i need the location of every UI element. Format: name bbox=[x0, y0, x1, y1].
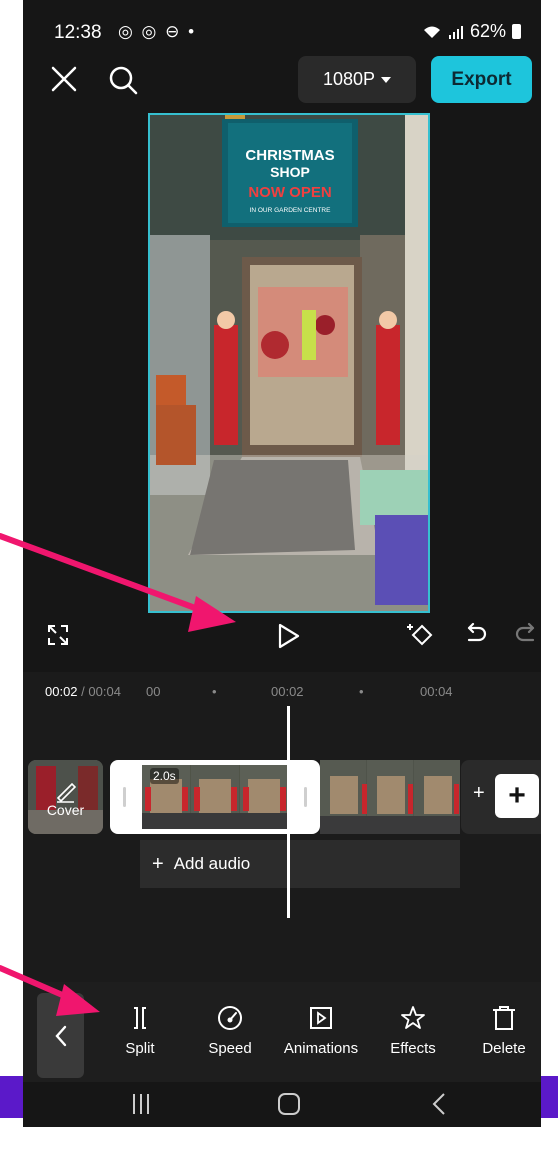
play-icon[interactable] bbox=[277, 622, 301, 650]
cover-thumbnail bbox=[28, 760, 103, 834]
purple-banner-right bbox=[541, 1076, 558, 1118]
right-margin bbox=[541, 0, 558, 1076]
undo-icon[interactable] bbox=[463, 622, 489, 648]
ruler-label-end: 00:04 bbox=[420, 684, 453, 699]
close-icon[interactable] bbox=[49, 64, 79, 94]
chevron-down-icon bbox=[381, 76, 392, 83]
phone-screen: 12:38 ◎ ◎ ⊖ • 62% 1080P Export CHRISTMAS… bbox=[23, 0, 541, 1127]
sign-title-3: NOW OPEN bbox=[248, 184, 331, 201]
sign-subtitle: IN OUR GARDEN CENTRE bbox=[250, 207, 332, 214]
ruler-dot: • bbox=[359, 684, 364, 699]
back-tool-button[interactable] bbox=[37, 993, 84, 1078]
add-transition-icon[interactable]: + bbox=[473, 782, 485, 805]
notification-icons: ◎ ◎ ⊖ • bbox=[118, 22, 197, 41]
delete-icon bbox=[493, 1006, 515, 1030]
keyframe-icon[interactable] bbox=[407, 620, 437, 650]
speed-label: Speed bbox=[208, 1040, 252, 1057]
current-time: 00:02 bbox=[45, 684, 78, 699]
status-time: 12:38 bbox=[54, 22, 102, 43]
split-tool[interactable]: Split bbox=[113, 1004, 167, 1057]
sign-title-1: CHRISTMAS bbox=[245, 147, 334, 164]
ruler-dot: • bbox=[212, 684, 217, 699]
export-button[interactable]: Export bbox=[431, 56, 532, 103]
effects-label: Effects bbox=[390, 1040, 436, 1057]
effects-tool[interactable]: Effects bbox=[383, 1004, 443, 1057]
recent-apps-icon[interactable] bbox=[131, 1092, 151, 1116]
cover-button[interactable]: Cover bbox=[28, 760, 103, 834]
split-icon bbox=[134, 1007, 146, 1029]
fullscreen-icon[interactable] bbox=[47, 624, 69, 646]
add-audio-track[interactable]: + Add audio bbox=[140, 840, 460, 888]
speed-icon bbox=[218, 1006, 242, 1030]
add-clip-area[interactable]: + + nc bbox=[461, 760, 541, 834]
animations-label: Animations bbox=[283, 1040, 359, 1057]
speed-tool[interactable]: Speed bbox=[201, 1004, 259, 1057]
video-preview[interactable]: CHRISTMAS SHOP NOW OPEN IN OUR GARDEN CE… bbox=[148, 113, 430, 613]
cover-label: Cover bbox=[46, 802, 85, 818]
signal-icon bbox=[448, 25, 463, 39]
plus-icon: + bbox=[152, 852, 164, 875]
wifi-icon bbox=[423, 26, 440, 38]
animations-tool[interactable]: Animations bbox=[275, 1004, 367, 1057]
home-icon[interactable] bbox=[277, 1092, 301, 1116]
time-readout: 00:02 / 00:04 bbox=[45, 684, 121, 699]
clip-duration: 2.0s bbox=[150, 768, 179, 784]
resolution-value: 1080P bbox=[322, 69, 376, 89]
clip-next[interactable] bbox=[320, 760, 460, 834]
total-time: / 00:04 bbox=[81, 684, 121, 699]
back-icon[interactable] bbox=[431, 1092, 447, 1116]
delete-tool[interactable]: Delete bbox=[477, 1004, 531, 1057]
resolution-dropdown[interactable]: 1080P bbox=[298, 56, 416, 103]
animations-icon bbox=[310, 1007, 332, 1029]
delete-label: Delete bbox=[482, 1040, 526, 1057]
status-right: 62% bbox=[422, 21, 521, 42]
preview-image: CHRISTMAS SHOP NOW OPEN IN OUR GARDEN CE… bbox=[150, 115, 428, 611]
effects-icon bbox=[401, 1006, 425, 1029]
purple-banner-left bbox=[0, 1076, 23, 1118]
playhead[interactable] bbox=[287, 706, 290, 918]
add-clip-button[interactable]: + bbox=[495, 774, 539, 818]
clip-trim-handle-left[interactable] bbox=[123, 787, 126, 807]
left-margin bbox=[0, 0, 23, 1156]
chevron-left-icon bbox=[54, 1025, 66, 1046]
sign-title-2: SHOP bbox=[270, 164, 310, 180]
battery-percent: 62% bbox=[469, 21, 506, 41]
ruler-label-start: 00 bbox=[146, 684, 161, 699]
ruler-label-mid: 00:02 bbox=[271, 684, 304, 699]
split-label: Split bbox=[125, 1040, 155, 1057]
search-icon[interactable] bbox=[107, 64, 139, 96]
clip-next-thumbnails bbox=[320, 760, 460, 834]
battery-icon bbox=[512, 24, 521, 39]
clip-trim-handle-right[interactable] bbox=[304, 787, 307, 807]
plus-icon: + bbox=[508, 779, 526, 812]
navigation-bar bbox=[23, 1082, 541, 1127]
add-audio-label: Add audio bbox=[173, 854, 251, 873]
redo-icon[interactable] bbox=[513, 622, 539, 648]
status-bar: 12:38 ◎ ◎ ⊖ • 62% bbox=[23, 0, 541, 56]
